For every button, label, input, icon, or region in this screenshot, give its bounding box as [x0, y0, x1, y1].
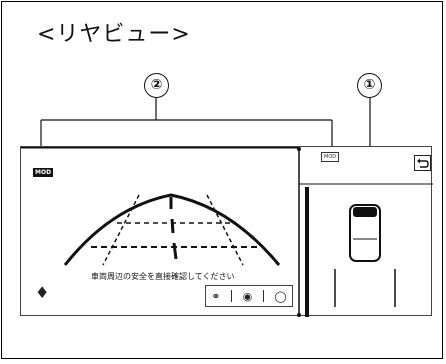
- top-view-panel: [299, 183, 433, 317]
- view-switch-bar: ⚭ ◉ ◯: [205, 285, 293, 307]
- safety-message: 車両周辺の安全を直接確認してください: [91, 272, 235, 281]
- figure-frame: <リヤビュー> ② ① MOD 車両周辺の安全を直接確認してください ♦ ⚭ ◉…: [1, 1, 443, 359]
- back-button[interactable]: [414, 155, 431, 171]
- display-icon[interactable]: ◯: [274, 290, 286, 303]
- rear-view-screen: MOD 車両周辺の安全を直接確認してください ♦ ⚭ ◉ ◯ MOD: [20, 146, 433, 317]
- person-alert-icon: ♦: [35, 283, 50, 302]
- camera-view-icon[interactable]: ⚭: [211, 290, 220, 303]
- mod-badge-top-view: MOD: [321, 152, 340, 162]
- separator: [262, 290, 264, 302]
- top-view-icon[interactable]: ◉: [243, 290, 253, 303]
- mod-badge-camera: MOD: [33, 168, 54, 177]
- separator: [231, 290, 233, 302]
- back-arrow-icon: [417, 158, 429, 168]
